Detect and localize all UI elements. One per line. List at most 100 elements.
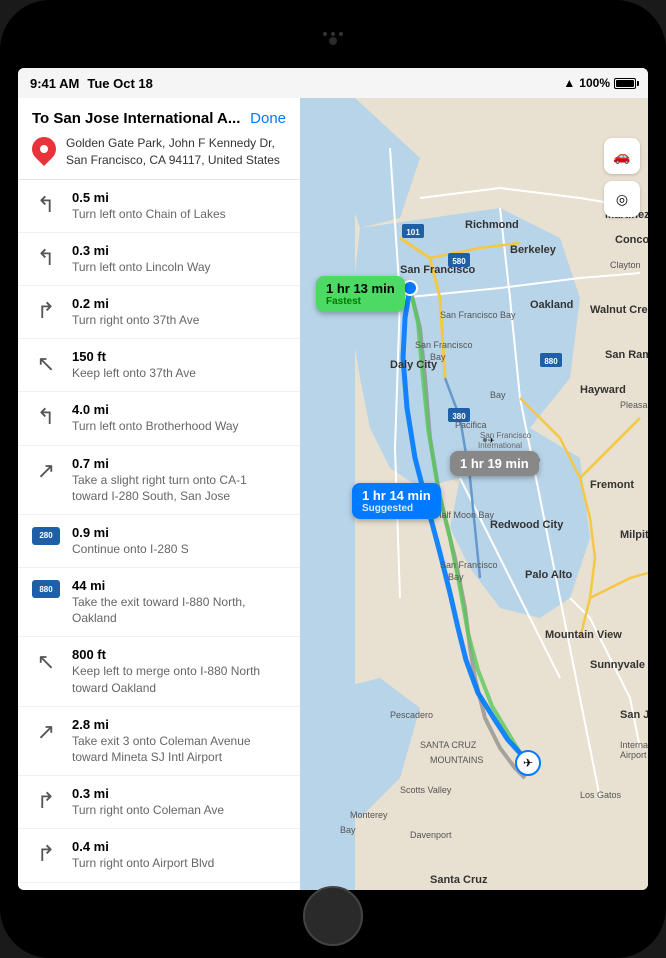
- location-button[interactable]: ◎: [604, 181, 640, 217]
- svg-text:Sunnyvale: Sunnyvale: [590, 659, 645, 671]
- direction-arrow-icon: ↱: [37, 788, 55, 814]
- dir-icon: ↖: [32, 349, 60, 377]
- callout-alt[interactable]: 1 hr 19 min: [450, 451, 539, 476]
- direction-arrow-icon: ↰: [37, 245, 55, 271]
- svg-text:Los Gatos: Los Gatos: [580, 790, 622, 800]
- dir-icon: 280: [32, 525, 60, 545]
- dir-icon: ↱: [32, 786, 60, 814]
- svg-text:Berkeley: Berkeley: [510, 244, 557, 256]
- date-display: Tue Oct 18: [87, 76, 153, 91]
- panel-title: To San Jose International A...: [32, 110, 240, 127]
- wifi-icon: ▲: [563, 76, 575, 90]
- svg-text:Hayward: Hayward: [580, 384, 626, 396]
- svg-text:Bay: Bay: [340, 825, 356, 835]
- dir-instruction: Keep left onto 37th Ave: [72, 365, 286, 381]
- dir-icon: ↗: [32, 717, 60, 745]
- dir-instruction: Turn left onto Lincoln Way: [72, 259, 286, 275]
- callout-fastest-time: 1 hr 13 min: [326, 281, 395, 296]
- dir-instruction: Turn right onto Coleman Ave: [72, 802, 286, 818]
- direction-item: ↖ 800 ft Keep left to merge onto I-880 N…: [18, 637, 300, 706]
- dir-icon: ↗: [32, 456, 60, 484]
- svg-text:San Jose: San Jose: [620, 709, 648, 721]
- dir-distance: 0.9 mi: [72, 525, 286, 540]
- svg-text:San Francisco: San Francisco: [440, 560, 498, 570]
- dir-icon: ↰: [32, 243, 60, 271]
- dir-distance: 0.5 mi: [72, 190, 286, 205]
- svg-text:Monterey: Monterey: [350, 810, 388, 820]
- svg-text:Walnut Creek: Walnut Creek: [590, 304, 648, 316]
- svg-text:SANTA CRUZ: SANTA CRUZ: [420, 740, 477, 750]
- direction-item: ↰ 4.0 mi Turn left onto Brotherhood Way: [18, 392, 300, 445]
- callout-alt-time: 1 hr 19 min: [460, 456, 529, 471]
- direction-item: ↱ 0.4 mi Turn right onto Airport Blvd: [18, 829, 300, 882]
- callout-suggested[interactable]: 1 hr 14 min Suggested: [352, 483, 441, 519]
- callout-suggested-label: Suggested: [362, 503, 431, 514]
- svg-text:San Francisco: San Francisco: [415, 340, 473, 350]
- svg-text:Richmond: Richmond: [465, 219, 519, 231]
- direction-arrow-icon: ↖: [37, 649, 55, 675]
- callout-fastest[interactable]: 1 hr 13 min Fastest: [316, 276, 405, 312]
- origin-row: Golden Gate Park, John F Kennedy Dr, San…: [32, 135, 286, 169]
- direction-arrow-icon: ↖: [37, 351, 55, 377]
- battery-icon: [614, 78, 636, 89]
- car-mode-button[interactable]: 🚗: [604, 138, 640, 174]
- main-content: To San Jose International A... Done Gold…: [18, 98, 648, 890]
- direction-item: ↗ 0.7 mi Take a slight right turn onto C…: [18, 446, 300, 515]
- svg-text:International: International: [620, 740, 648, 750]
- dir-icon: ↰: [32, 402, 60, 430]
- svg-text:380: 380: [452, 412, 466, 421]
- svg-text:Airport (SJC): Airport (SJC): [620, 750, 648, 760]
- svg-text:580: 580: [452, 257, 466, 266]
- svg-text:Santa Cruz: Santa Cruz: [430, 874, 488, 886]
- svg-text:Bay: Bay: [430, 352, 446, 362]
- dir-distance: 0.3 mi: [72, 786, 286, 801]
- svg-text:101: 101: [406, 228, 420, 237]
- callout-fastest-label: Fastest: [326, 296, 395, 307]
- svg-text:Mountain View: Mountain View: [545, 629, 622, 641]
- dir-instruction: Take exit 3 onto Coleman Avenue toward M…: [72, 733, 286, 765]
- front-camera: [329, 37, 337, 45]
- callout-suggested-time: 1 hr 14 min: [362, 488, 431, 503]
- dir-distance: 0.7 mi: [72, 456, 286, 471]
- status-bar: 9:41 AM Tue Oct 18 ▲ 100%: [18, 68, 648, 98]
- dir-distance: 0.2 mi: [72, 296, 286, 311]
- dir-icon: 880: [32, 578, 60, 598]
- direction-item: ↱ 0.2 mi Turn right onto 37th Ave: [18, 286, 300, 339]
- svg-text:Pleasanton: Pleasanton: [620, 400, 648, 410]
- direction-item: ↖ 150 ft Keep left onto 37th Ave: [18, 339, 300, 392]
- svg-text:Oakland: Oakland: [530, 299, 573, 311]
- dir-distance: 4.0 mi: [72, 402, 286, 417]
- direction-arrow-icon: ↗: [37, 719, 55, 745]
- origin-text: Golden Gate Park, John F Kennedy Dr, San…: [66, 135, 286, 169]
- dir-icon: ↖: [32, 647, 60, 675]
- svg-text:Bay: Bay: [490, 390, 506, 400]
- dir-distance: 0.4 mi: [72, 839, 286, 854]
- svg-text:Palo Alto: Palo Alto: [525, 569, 573, 581]
- dir-icon: ↱: [32, 839, 60, 867]
- direction-item: ↱ 0.3 mi Turn right onto Coleman Ave: [18, 776, 300, 829]
- dir-instruction: Turn right onto Airport Blvd: [72, 855, 286, 871]
- directions-list[interactable]: ↰ 0.5 mi Turn left onto Chain of Lakes ↰…: [18, 180, 300, 890]
- dir-instruction: Turn right onto 37th Ave: [72, 312, 286, 328]
- direction-arrow-icon: ↰: [37, 404, 55, 430]
- screen: 9:41 AM Tue Oct 18 ▲ 100% To San Jose In…: [18, 68, 648, 890]
- done-button[interactable]: Done: [250, 110, 286, 127]
- svg-text:MOUNTAINS: MOUNTAINS: [430, 755, 483, 765]
- direction-arrow-icon: ↱: [37, 841, 55, 867]
- svg-text:Bay: Bay: [448, 572, 464, 582]
- device-frame: 9:41 AM Tue Oct 18 ▲ 100% To San Jose In…: [0, 0, 666, 958]
- home-button[interactable]: [303, 886, 363, 946]
- dir-icon: ↰: [32, 190, 60, 218]
- map-area[interactable]: ✈ San Francisco Daly City Richmond Berke…: [300, 98, 648, 890]
- dir-distance: 800 ft: [72, 647, 286, 662]
- dir-distance: 0.3 mi: [72, 243, 286, 258]
- svg-text:Pescadero: Pescadero: [390, 710, 433, 720]
- svg-text:Davenport: Davenport: [410, 830, 452, 840]
- direction-item: 280 0.9 mi Continue onto I-280 S: [18, 515, 300, 568]
- direction-arrow-icon: ↗: [37, 458, 55, 484]
- dir-instruction: Keep left to merge onto I-880 North towa…: [72, 663, 286, 695]
- dir-icon: ↱: [32, 296, 60, 324]
- battery-percent: 100%: [579, 76, 610, 90]
- svg-text:✈: ✈: [488, 436, 495, 445]
- svg-text:880: 880: [544, 357, 558, 366]
